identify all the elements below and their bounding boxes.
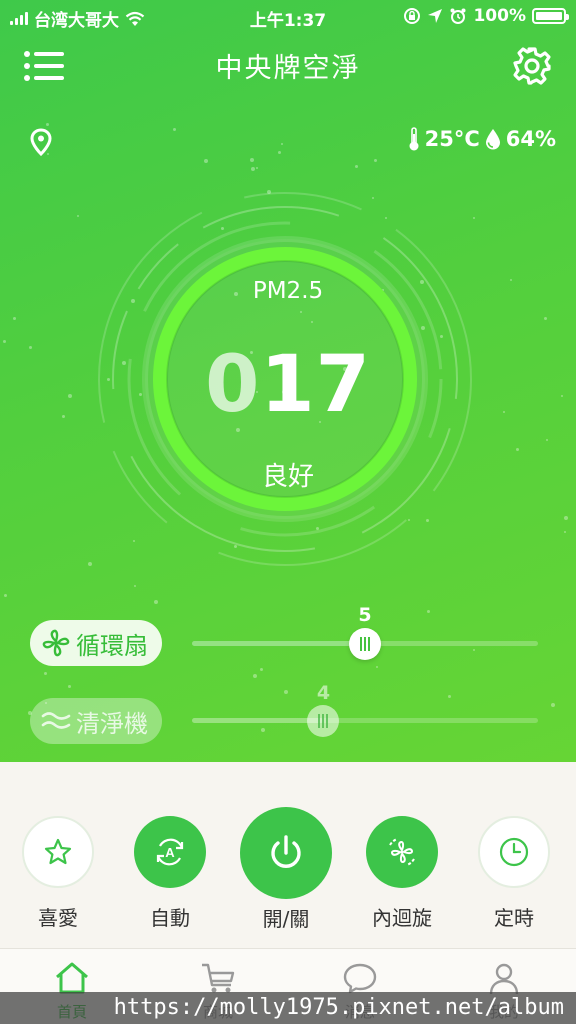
- particle: [376, 666, 378, 668]
- particle: [260, 668, 263, 671]
- timer-control: 定時: [478, 816, 550, 931]
- clock-icon: [499, 837, 529, 867]
- user-icon: [489, 963, 519, 995]
- swing-control: 內迴旋: [366, 816, 438, 931]
- fan-mode-chip[interactable]: 循環扇: [30, 620, 162, 666]
- particle: [256, 167, 258, 169]
- particle: [173, 128, 176, 131]
- timer-button[interactable]: [478, 816, 550, 888]
- particle: [551, 703, 555, 707]
- chat-icon: [343, 963, 377, 994]
- status-bar: 台湾大哥大 上午1:37 100%: [0, 0, 576, 34]
- power-label: 開/關: [262, 907, 310, 931]
- fan-speed-thumb[interactable]: [349, 628, 381, 660]
- cart-icon: [202, 963, 235, 993]
- location-pin-icon[interactable]: [30, 128, 52, 156]
- auto-mode-icon: A: [156, 838, 184, 866]
- power-control: 開/關: [240, 807, 332, 932]
- location-arrow-icon: [428, 9, 443, 23]
- particle: [564, 516, 568, 520]
- particle: [281, 143, 283, 145]
- star-icon: [44, 838, 72, 865]
- battery-percent: 100%: [473, 6, 526, 26]
- fan-speed-fill: [192, 641, 365, 646]
- hero-panel: 台湾大哥大 上午1:37 100% 中央牌空淨 25°C 64% PM2.5 0…: [0, 0, 576, 762]
- purifier-mode-label: 清淨機: [76, 709, 148, 738]
- particle: [544, 317, 547, 320]
- particle: [68, 685, 71, 688]
- particle: [546, 439, 548, 441]
- purifier-speed-thumb[interactable]: [307, 705, 340, 737]
- particle: [251, 167, 255, 171]
- purifier-speed-value: 4: [316, 682, 331, 704]
- rotation-lock-icon: [404, 8, 421, 24]
- humidity-value: 64%: [505, 127, 556, 151]
- particle: [253, 674, 257, 678]
- pm25-value: 017: [0, 340, 576, 430]
- particle: [250, 158, 254, 162]
- particle: [13, 317, 16, 320]
- thermometer-icon: [409, 127, 419, 151]
- particle: [46, 123, 49, 126]
- watermark: https://molly1975.pixnet.net/album: [0, 992, 576, 1024]
- particle: [448, 695, 451, 698]
- particle: [4, 594, 7, 597]
- particle: [134, 585, 136, 587]
- particle: [473, 649, 475, 651]
- particle: [204, 159, 208, 163]
- particle: [278, 151, 281, 154]
- purifier-speed-track[interactable]: [192, 718, 538, 723]
- airflow-icon: [41, 712, 71, 729]
- fan-icon: [42, 629, 70, 657]
- fan-speed-value: 5: [358, 604, 372, 626]
- swing-button[interactable]: [366, 816, 438, 888]
- battery-icon: [532, 8, 569, 24]
- swing-label: 內迴旋: [372, 906, 432, 930]
- timer-label: 定時: [494, 906, 534, 930]
- auto-label: 自動: [150, 906, 190, 930]
- temperature-value: 25°C: [424, 127, 480, 151]
- favorite-button[interactable]: [22, 816, 94, 888]
- page-title: 中央牌空淨: [215, 53, 361, 84]
- swing-fan-icon: [389, 838, 415, 866]
- svg-text:A: A: [165, 845, 175, 860]
- particle: [564, 531, 566, 533]
- pm25-main-digits: 17: [260, 340, 371, 430]
- auto-button[interactable]: A: [134, 816, 206, 888]
- humidity-drop-icon: [485, 129, 500, 150]
- pm25-leading-digit: 0: [205, 340, 261, 430]
- air-quality-status: 良好: [261, 462, 314, 492]
- auto-control: A 自動: [134, 816, 206, 931]
- particle: [261, 728, 265, 732]
- particle: [77, 215, 79, 217]
- gear-icon[interactable]: [512, 46, 552, 86]
- purifier-mode-chip[interactable]: 清淨機: [30, 698, 162, 744]
- power-icon: [271, 835, 301, 868]
- nav-bar: 中央牌空淨: [0, 34, 576, 98]
- particle: [427, 610, 430, 613]
- home-icon: [56, 962, 88, 994]
- fan-mode-label: 循環扇: [76, 631, 148, 660]
- pm25-label: PM2.5: [252, 278, 324, 304]
- favorite-control: 喜愛: [22, 816, 94, 931]
- purifier-speed-fill: [192, 718, 324, 723]
- power-button[interactable]: [240, 807, 332, 899]
- environment-readout: 25°C 64%: [407, 126, 556, 152]
- particle: [44, 672, 47, 675]
- particle: [284, 690, 288, 694]
- particle: [374, 159, 377, 162]
- particle: [154, 600, 158, 604]
- particle: [516, 448, 519, 451]
- alarm-icon: [450, 8, 466, 24]
- favorite-label: 喜愛: [38, 906, 78, 930]
- particle: [355, 165, 358, 168]
